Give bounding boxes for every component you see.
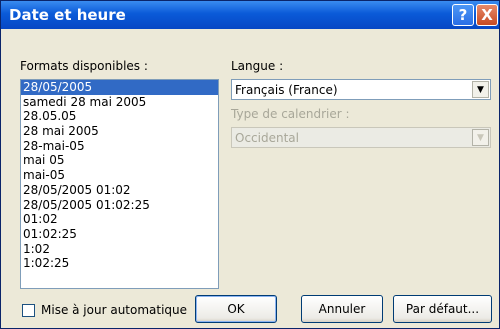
auto-update-label[interactable]: Mise à jour automatique bbox=[41, 303, 187, 317]
auto-update-checkbox[interactable] bbox=[22, 304, 35, 317]
title-bar[interactable]: Date et heure ? X bbox=[1, 1, 499, 29]
formats-label: Formats disponibles : bbox=[20, 59, 148, 73]
list-item[interactable]: 28/05/2005 01:02 bbox=[21, 183, 218, 198]
language-value: Français (France) bbox=[235, 83, 338, 97]
list-item[interactable]: 1:02:25 bbox=[21, 256, 218, 271]
chevron-down-icon[interactable]: ▼ bbox=[472, 129, 489, 146]
list-item[interactable]: 01:02 bbox=[21, 212, 218, 227]
cancel-button[interactable]: Annuler bbox=[301, 295, 383, 323]
chevron-down-icon[interactable]: ▼ bbox=[472, 81, 489, 98]
list-item[interactable]: 28 mai 2005 bbox=[21, 124, 218, 139]
list-item[interactable]: 28/05/2005 bbox=[21, 80, 218, 95]
formats-listbox[interactable]: 28/05/2005 samedi 28 mai 2005 28.05.05 28 m… bbox=[20, 79, 219, 289]
dialog-title: Date et heure bbox=[9, 6, 126, 24]
calendar-value: Occidental bbox=[235, 131, 299, 145]
calendar-dropdown[interactable]: Occidental ▼ bbox=[231, 127, 491, 148]
list-item[interactable]: 1:02 bbox=[21, 242, 218, 257]
close-icon[interactable]: X bbox=[476, 4, 498, 26]
language-dropdown[interactable]: Français (France) ▼ bbox=[231, 79, 491, 100]
date-time-dialog: Date et heure ? X Formats disponibles : … bbox=[0, 0, 500, 329]
list-item[interactable]: 01:02:25 bbox=[21, 227, 218, 242]
help-icon[interactable]: ? bbox=[452, 4, 474, 26]
list-item[interactable]: 28/05/2005 01:02:25 bbox=[21, 198, 218, 213]
list-item[interactable]: samedi 28 mai 2005 bbox=[21, 95, 218, 110]
language-label: Langue : bbox=[231, 59, 284, 73]
calendar-label: Type de calendrier : bbox=[231, 107, 350, 121]
list-item[interactable]: 28.05.05 bbox=[21, 109, 218, 124]
default-button[interactable]: Par défaut... bbox=[393, 295, 492, 323]
ok-button[interactable]: OK bbox=[195, 295, 277, 323]
list-item[interactable]: mai-05 bbox=[21, 168, 218, 183]
list-item[interactable]: 28-mai-05 bbox=[21, 139, 218, 154]
list-item[interactable]: mai 05 bbox=[21, 153, 218, 168]
